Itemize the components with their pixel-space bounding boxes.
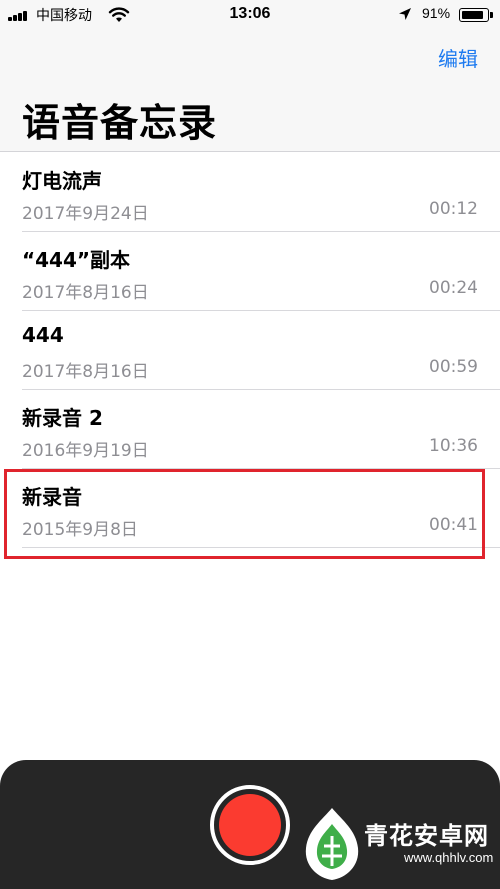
memo-list: 灯电流声 2017年9月24日 00:12 “444”副本 2017年8月16日… [0, 153, 500, 548]
page-title: 语音备忘录 [22, 101, 218, 145]
header: 中国移动 13:06 91% 编辑 语音备忘录 [0, 0, 500, 152]
list-item[interactable]: 新录音 2 2016年9月19日 10:36 [0, 390, 500, 469]
memo-duration: 10:36 [429, 436, 478, 456]
memo-duration: 00:24 [429, 278, 478, 298]
memo-date: 2015年9月8日 [22, 520, 138, 540]
watermark-logo-icon [305, 808, 359, 880]
location-icon [399, 8, 411, 20]
memo-date: 2017年8月16日 [22, 283, 149, 303]
memo-title: “444”副本 [22, 248, 131, 272]
memo-title: 新录音 2 [22, 406, 103, 430]
watermark-url: www.qhhlv.com [404, 850, 494, 865]
list-item[interactable]: 444 2017年8月16日 00:59 [0, 311, 500, 390]
memo-duration: 00:59 [429, 357, 478, 377]
watermark: 青花安卓网 www.qhhlv.com [300, 800, 500, 889]
battery-percent: 91% [422, 5, 451, 21]
status-bar: 中国移动 13:06 91% [0, 0, 500, 30]
battery-cap [490, 12, 493, 18]
memo-duration: 00:41 [429, 515, 478, 535]
list-item[interactable]: “444”副本 2017年8月16日 00:24 [0, 232, 500, 311]
record-button[interactable] [210, 785, 290, 865]
memo-date: 2016年9月19日 [22, 441, 149, 461]
memo-title: 新录音 [22, 485, 82, 509]
memo-title: 灯电流声 [22, 169, 102, 193]
memo-date: 2017年8月16日 [22, 362, 149, 382]
memo-date: 2017年9月24日 [22, 204, 149, 224]
edit-button[interactable]: 编辑 [438, 43, 478, 72]
battery-icon [459, 8, 489, 22]
list-item[interactable]: 新录音 2015年9月8日 00:41 [0, 469, 500, 548]
watermark-name: 青花安卓网 [364, 822, 489, 850]
list-item[interactable]: 灯电流声 2017年9月24日 00:12 [0, 153, 500, 232]
memo-duration: 00:12 [429, 199, 478, 219]
memo-title: 444 [22, 323, 64, 347]
record-icon [219, 794, 281, 856]
battery-level-fill [461, 10, 484, 19]
